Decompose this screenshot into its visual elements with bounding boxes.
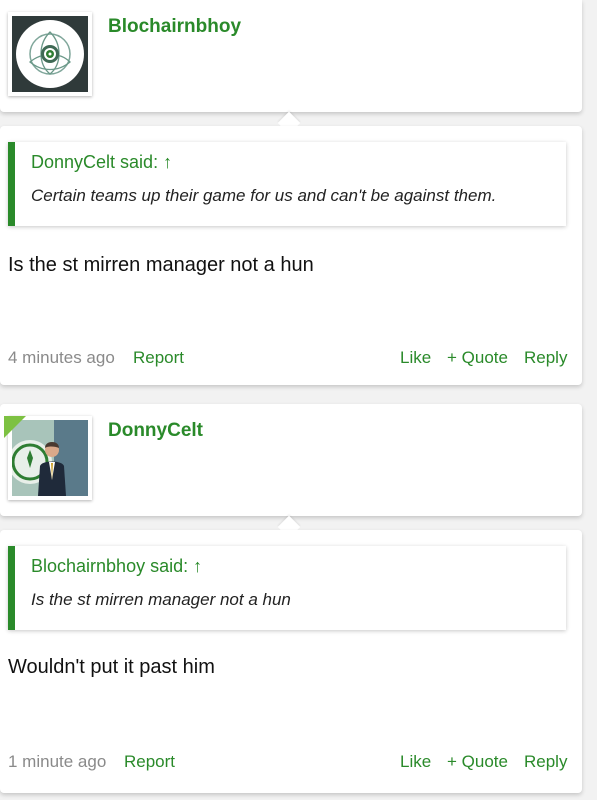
message-body: Blochairnbhoy said: ↑ Is the st mirren m… bbox=[0, 530, 582, 793]
celtic-knot-icon bbox=[16, 20, 84, 88]
message-text: Is the st mirren manager not a hun bbox=[8, 254, 314, 276]
report-button[interactable]: Report bbox=[124, 752, 175, 772]
post-author-card: DonnyCelt bbox=[0, 404, 582, 516]
reply-button[interactable]: Reply bbox=[524, 752, 567, 772]
avatar[interactable] bbox=[8, 12, 92, 96]
quote-block: DonnyCelt said: ↑ Certain teams up their… bbox=[8, 142, 566, 226]
quote-block: Blochairnbhoy said: ↑ Is the st mirren m… bbox=[8, 546, 566, 630]
message-text: Wouldn't put it past him bbox=[8, 656, 215, 678]
quote-text: Is the st mirren manager not a hun bbox=[31, 590, 291, 609]
author-name[interactable]: Blochairnbhoy bbox=[108, 16, 241, 38]
message-body: DonnyCelt said: ↑ Certain teams up their… bbox=[0, 126, 582, 385]
quote-text: Certain teams up their game for us and c… bbox=[31, 186, 497, 205]
quote-button[interactable]: + Quote bbox=[447, 348, 508, 368]
post-author-card: Blochairnbhoy bbox=[0, 0, 582, 112]
online-indicator bbox=[4, 416, 26, 438]
quote-attribution-link[interactable]: Blochairnbhoy said: ↑ bbox=[31, 556, 202, 577]
post-timestamp[interactable]: 4 minutes ago bbox=[8, 348, 115, 368]
author-name[interactable]: DonnyCelt bbox=[108, 420, 203, 442]
reply-button[interactable]: Reply bbox=[524, 348, 567, 368]
like-button[interactable]: Like bbox=[400, 348, 431, 368]
report-button[interactable]: Report bbox=[133, 348, 184, 368]
like-button[interactable]: Like bbox=[400, 752, 431, 772]
quote-attribution-link[interactable]: DonnyCelt said: ↑ bbox=[31, 152, 172, 173]
quote-button[interactable]: + Quote bbox=[447, 752, 508, 772]
post-timestamp[interactable]: 1 minute ago bbox=[8, 752, 106, 772]
